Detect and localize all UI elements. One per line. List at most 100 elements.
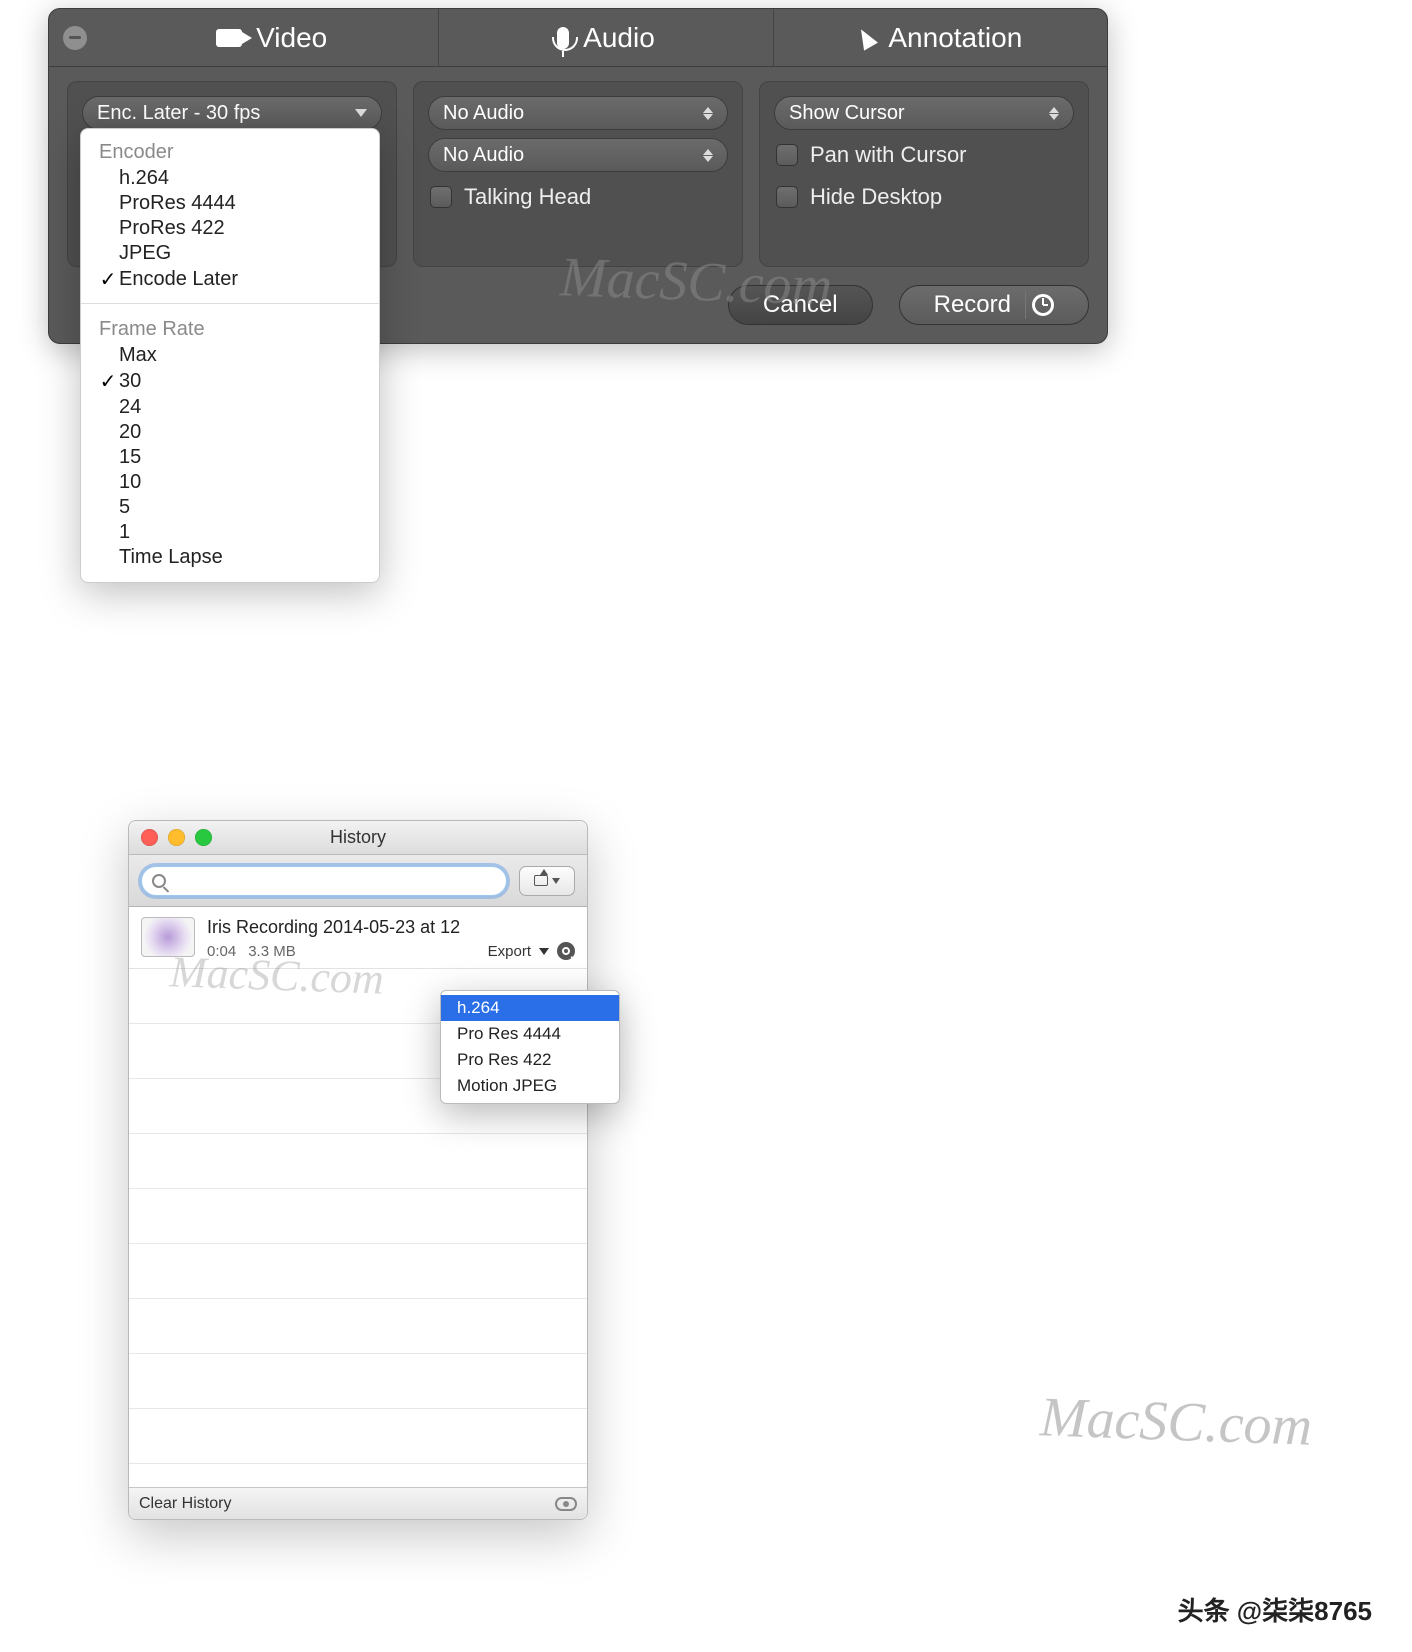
tab-video[interactable]: Video (105, 9, 438, 66)
export-menu[interactable]: h.264Pro Res 4444Pro Res 422Motion JPEG (440, 990, 620, 1104)
cursor-dropdown[interactable]: Show Cursor (774, 96, 1074, 130)
menu-item-label: ProRes 4444 (119, 192, 236, 215)
annotation-column: Show Cursor Pan with Cursor Hide Desktop (759, 81, 1089, 267)
history-item-name: Iris Recording 2014-05-23 at 12 (207, 917, 575, 938)
chevron-down-icon[interactable] (539, 948, 549, 955)
mic-icon (557, 27, 569, 49)
chevron-down-icon (552, 878, 560, 884)
hide-desktop-checkbox[interactable]: Hide Desktop (774, 180, 1074, 214)
tab-video-label: Video (256, 22, 327, 54)
credit-text: 头条 @柒柒8765 (1178, 1591, 1372, 1628)
reveal-button[interactable] (557, 942, 575, 960)
menu-item-label: JPEG (119, 242, 171, 265)
audio-source-2-dropdown[interactable]: No Audio (428, 138, 728, 172)
framerate-menu-item[interactable]: Time Lapse (81, 545, 379, 570)
pan-with-cursor-checkbox[interactable]: Pan with Cursor (774, 138, 1074, 172)
export-menu-item[interactable]: Motion JPEG (441, 1073, 619, 1099)
history-item[interactable]: Iris Recording 2014-05-23 at 12 0:04 3.3… (129, 907, 587, 969)
list-item (129, 1354, 587, 1409)
framerate-menu-item[interactable]: 10 (81, 470, 379, 495)
checkmark-icon: ✓ (97, 369, 119, 394)
menu-item-label: 30 (119, 370, 141, 393)
window-title: History (129, 827, 587, 848)
search-input[interactable] (141, 866, 507, 896)
framerate-menu-item[interactable]: 24 (81, 395, 379, 420)
tab-annotation-label: Annotation (888, 22, 1022, 54)
talking-head-label: Talking Head (464, 184, 591, 210)
history-item-size: 3.3 MB (248, 943, 296, 960)
export-label: Export (488, 943, 531, 960)
checkbox-icon (776, 144, 798, 166)
checkbox-icon (430, 186, 452, 208)
watermark: MacSC.com (1039, 1385, 1313, 1458)
encoder-menu-header: Encoder (81, 137, 379, 166)
audio-source-1-dropdown[interactable]: No Audio (428, 96, 728, 130)
menu-item-label: 20 (119, 421, 141, 444)
menu-item-label: 5 (119, 496, 130, 519)
framerate-menu-item[interactable]: Max (81, 343, 379, 368)
hide-desktop-label: Hide Desktop (810, 184, 942, 210)
talking-head-checkbox[interactable]: Talking Head (428, 180, 728, 214)
tab-audio-label: Audio (583, 22, 655, 54)
export-menu-item[interactable]: Pro Res 422 (441, 1047, 619, 1073)
export-menu-item[interactable]: h.264 (441, 995, 619, 1021)
menu-item-label: h.264 (119, 167, 169, 190)
menu-item-label: 24 (119, 396, 141, 419)
framerate-menu-item[interactable]: 15 (81, 445, 379, 470)
record-button[interactable]: Record (899, 285, 1089, 325)
tab-annotation[interactable]: Annotation (773, 9, 1107, 66)
framerate-menu-header: Frame Rate (81, 314, 379, 343)
checkmark-icon: ✓ (97, 267, 119, 292)
audio-column: No Audio No Audio Talking Head (413, 81, 743, 267)
menu-item-label: Encode Later (119, 268, 238, 291)
clear-history-button[interactable]: Clear History (139, 1495, 231, 1513)
share-icon (534, 875, 548, 886)
list-item (129, 1189, 587, 1244)
framerate-menu-item[interactable]: ✓30 (81, 368, 379, 395)
list-item (129, 1244, 587, 1299)
menu-item-label: Max (119, 344, 157, 367)
menu-item-label: ProRes 422 (119, 217, 225, 240)
encoder-dropdown-label: Enc. Later - 30 fps (97, 102, 260, 125)
titlebar[interactable]: History (129, 821, 587, 855)
history-bottombar: Clear History (129, 1487, 587, 1519)
history-item-duration: 0:04 (207, 943, 236, 960)
share-button[interactable] (519, 866, 575, 896)
export-button[interactable]: Export (488, 943, 531, 960)
clock-icon[interactable] (1032, 294, 1054, 316)
encoder-menu[interactable]: Encoder h.264ProRes 4444ProRes 422JPEG✓E… (80, 128, 380, 583)
record-button-label: Record (934, 291, 1011, 319)
audio-source-2-label: No Audio (443, 144, 524, 167)
framerate-menu-item[interactable]: 1 (81, 520, 379, 545)
encoder-menu-item[interactable]: h.264 (81, 166, 379, 191)
list-item (129, 1409, 587, 1464)
minimize-button[interactable] (63, 26, 87, 50)
framerate-menu-item[interactable]: 5 (81, 495, 379, 520)
cancel-button[interactable]: Cancel (728, 285, 873, 325)
search-icon (562, 947, 570, 955)
divider (1025, 291, 1026, 319)
framerate-menu-item[interactable]: 20 (81, 420, 379, 445)
panel-tabs: Video Audio Annotation (49, 9, 1107, 67)
audio-source-1-label: No Audio (443, 102, 524, 125)
menu-item-label: 1 (119, 521, 130, 544)
cancel-button-label: Cancel (763, 291, 838, 319)
tab-audio[interactable]: Audio (438, 9, 772, 66)
updown-icon (703, 107, 713, 120)
video-icon (216, 29, 242, 47)
cursor-icon (854, 25, 878, 50)
updown-icon (1049, 107, 1059, 120)
export-menu-item[interactable]: Pro Res 4444 (441, 1021, 619, 1047)
encoder-dropdown[interactable]: Enc. Later - 30 fps (82, 96, 382, 130)
encoder-menu-item[interactable]: JPEG (81, 241, 379, 266)
encoder-menu-item[interactable]: ProRes 4444 (81, 191, 379, 216)
menu-item-label: Time Lapse (119, 546, 223, 569)
menu-item-label: 10 (119, 471, 141, 494)
eye-icon[interactable] (555, 1497, 577, 1511)
history-window: History Iris Recording 2014-05-23 at 12 … (128, 820, 588, 1520)
pan-with-cursor-label: Pan with Cursor (810, 142, 967, 168)
encoder-menu-item[interactable]: ✓Encode Later (81, 266, 379, 293)
history-toolbar (129, 855, 587, 907)
search-icon (152, 874, 166, 888)
encoder-menu-item[interactable]: ProRes 422 (81, 216, 379, 241)
